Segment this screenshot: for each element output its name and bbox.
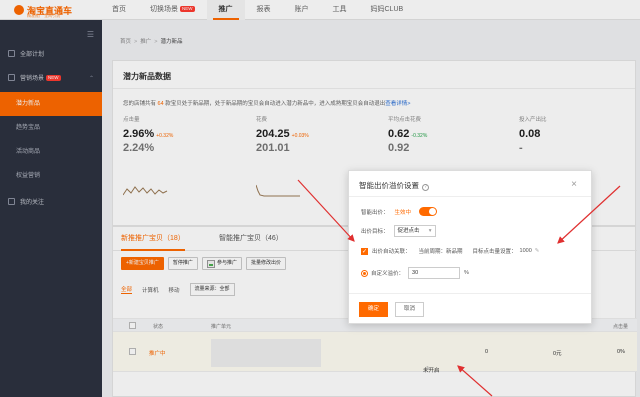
bid-target-row: 出价目标： 促进点击 ▾ bbox=[361, 225, 436, 237]
smart-bid-row: 智能出价： 生效中 bbox=[361, 207, 438, 216]
smart-bid-toggle[interactable] bbox=[419, 207, 438, 216]
current-period: 当前周期：新品期 bbox=[418, 249, 463, 255]
smart-bid-state: 生效中 bbox=[394, 209, 412, 216]
help-icon[interactable]: ? bbox=[422, 184, 429, 191]
confirm-button[interactable]: 确定 bbox=[359, 302, 389, 317]
target-clicks-value: 1000 bbox=[519, 248, 532, 254]
row-label: 自定义溢价： bbox=[371, 271, 405, 277]
custom-premium-radio[interactable] bbox=[361, 269, 368, 277]
premium-input[interactable]: 30 bbox=[408, 267, 461, 279]
chevron-down-icon: ▾ bbox=[428, 228, 432, 234]
auto-link-checkbox[interactable]: ✓ bbox=[361, 247, 368, 255]
premium-unit: % bbox=[464, 270, 469, 276]
select-value: 促进点击 bbox=[397, 228, 420, 234]
row-label: 出价自动关联： bbox=[372, 249, 411, 255]
divider bbox=[349, 293, 591, 294]
auto-link-row: ✓ 出价自动关联： 当前周期：新品期 目标点击量设置： 1000 ✎ bbox=[361, 247, 539, 255]
target-clicks-label: 目标点击量设置： bbox=[472, 249, 517, 255]
modal-title: 智能出价溢价设置? bbox=[359, 180, 429, 191]
edit-icon[interactable]: ✎ bbox=[535, 248, 540, 254]
custom-premium-row: 自定义溢价： 30 % bbox=[361, 267, 469, 279]
row-label: 出价目标： bbox=[361, 229, 389, 235]
modal-title-text: 智能出价溢价设置 bbox=[359, 181, 419, 190]
row-label: 智能出价： bbox=[361, 209, 389, 216]
close-icon[interactable]: × bbox=[571, 180, 577, 190]
cancel-button[interactable]: 取消 bbox=[395, 302, 425, 317]
smart-bid-modal: 智能出价溢价设置? × 智能出价： 生效中 出价目标： 促进点击 ▾ ✓ 出价自动… bbox=[348, 170, 592, 324]
bid-target-select[interactable]: 促进点击 ▾ bbox=[393, 225, 436, 237]
divider bbox=[349, 196, 591, 197]
